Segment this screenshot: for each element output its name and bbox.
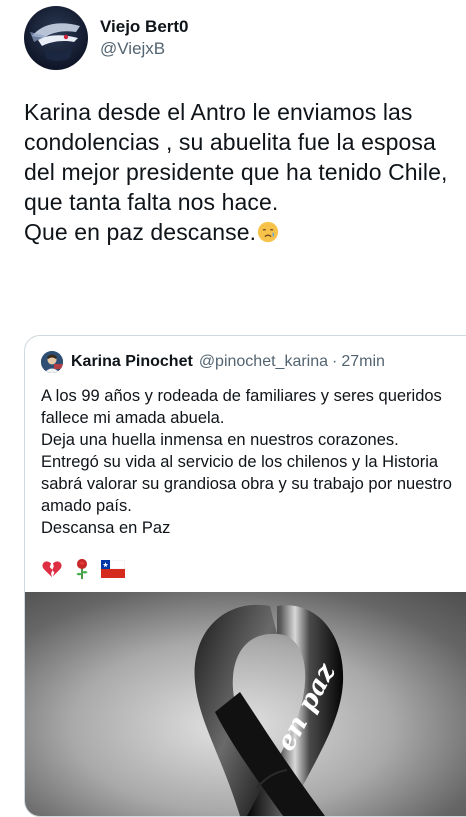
chile-flag-icon: [101, 560, 125, 578]
quoted-tweet-card[interactable]: Karina Pinochet @pinochet_karina · 27min…: [24, 335, 466, 817]
author-display-name[interactable]: Viejo Bert0: [100, 16, 189, 38]
author-handle[interactable]: @ViejxB: [100, 38, 189, 60]
author-names: Viejo Bert0 @ViejxB: [100, 16, 189, 60]
masked-figure-avatar-icon: [30, 23, 80, 61]
quoted-author-handle[interactable]: @pinochet_karina: [199, 353, 328, 371]
quoted-header-separator: ·: [332, 353, 338, 370]
profile-photo-avatar-icon: [41, 351, 63, 373]
quoted-tweet-header: Karina Pinochet @pinochet_karina · 27min: [41, 350, 385, 374]
black-mourning-ribbon-icon: [194, 604, 344, 816]
quoted-author-display-name[interactable]: Karina Pinochet: [71, 353, 193, 371]
tweet-text: Karina desde el Antro le enviamos las co…: [24, 99, 448, 245]
quoted-tweet-timestamp[interactable]: 27min: [341, 353, 385, 371]
quoted-tweet-emojis: [41, 558, 125, 580]
quoted-author-avatar[interactable]: [41, 351, 63, 373]
rose-icon: [76, 558, 88, 580]
broken-heart-icon: [42, 561, 62, 578]
tweet-body: Karina desde el Antro le enviamos las co…: [24, 97, 466, 247]
tweet-author-row: Viejo Bert0 @ViejxB: [24, 2, 189, 74]
quoted-tweet-text: A los 99 años y rodeada de familiares y …: [41, 387, 452, 537]
quoted-tweet-image[interactable]: en paz: [25, 592, 466, 816]
author-avatar[interactable]: [24, 6, 88, 70]
crying-face-icon: [258, 221, 279, 243]
tweet: Viejo Bert0 @ViejxB Karina desde el Antr…: [0, 0, 466, 817]
